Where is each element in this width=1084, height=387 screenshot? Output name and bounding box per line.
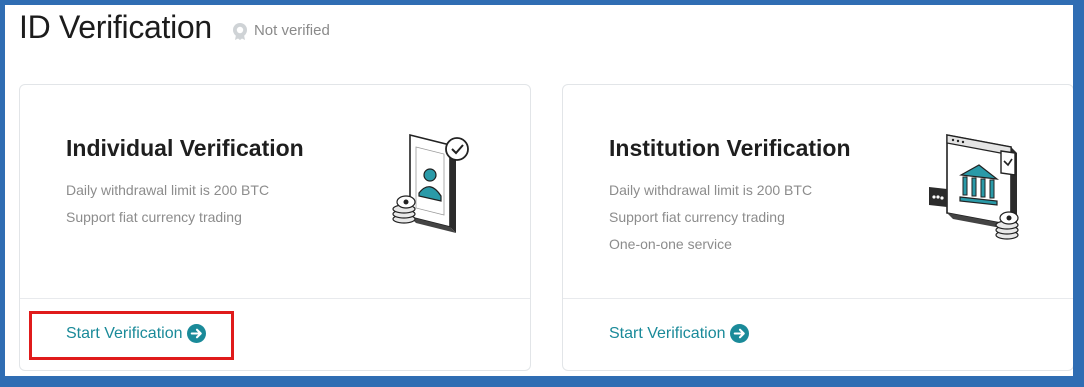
status-text: Not verified: [253, 22, 330, 39]
badge-icon: [232, 22, 247, 40]
feature-item: Daily withdrawal limit is 200 BTC: [609, 182, 813, 198]
page-title: ID Verification: [19, 9, 212, 45]
card-title: Institution Verification: [609, 135, 851, 161]
page-header: ID Verification Not verified: [19, 9, 330, 46]
feature-item: Daily withdrawal limit is 200 BTC: [66, 182, 270, 198]
bank-building-icon: [929, 134, 1019, 240]
institution-verification-card: Institution Verification Daily withdrawa…: [562, 84, 1073, 371]
feature-list: Daily withdrawal limit is 200 BTC Suppor…: [66, 181, 269, 235]
feature-item: Support fiat currency trading: [66, 209, 242, 225]
card-divider: [20, 298, 530, 299]
feature-list: Daily withdrawal limit is 200 BTC Suppor…: [609, 181, 812, 262]
feature-item: One-on-one service: [609, 236, 732, 252]
page-frame: ID Verification Not verified Individual …: [5, 5, 1073, 376]
arrow-right-circle-icon: [729, 324, 749, 343]
card-divider: [563, 298, 1073, 299]
verification-status: Not verified: [230, 21, 330, 41]
start-verification-button[interactable]: Start Verification: [609, 324, 749, 343]
start-verification-label: Start Verification: [609, 324, 726, 342]
highlight-box: [29, 311, 234, 360]
card-title: Individual Verification: [66, 135, 304, 161]
phone-user-icon: [392, 133, 469, 233]
feature-item: Support fiat currency trading: [609, 209, 785, 225]
